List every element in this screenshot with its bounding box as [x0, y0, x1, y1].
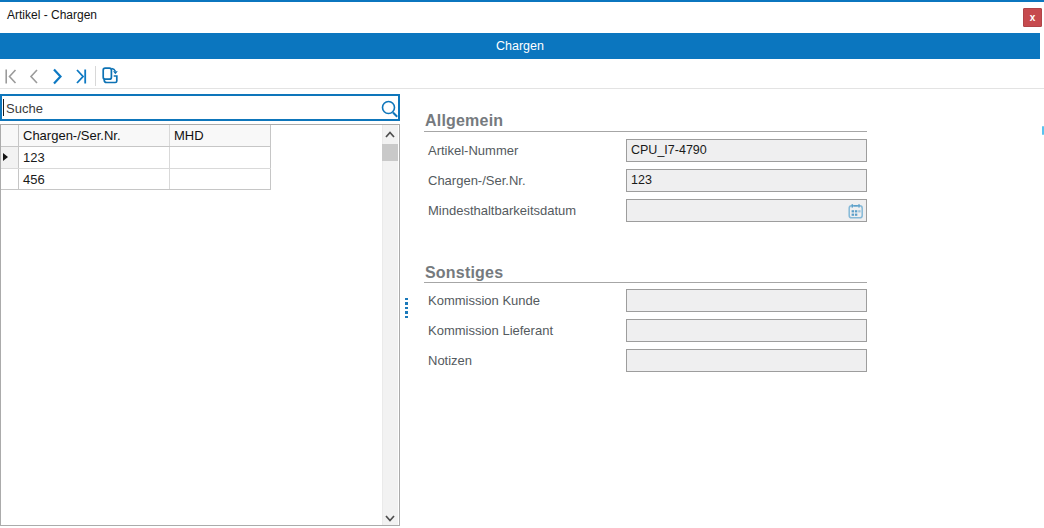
next-record-icon[interactable] — [52, 59, 62, 88]
toolbar-bottom-line — [0, 88, 1044, 89]
input-mindesthaltbarkeitsdatum[interactable] — [626, 199, 867, 222]
row-indicator-cell — [1, 169, 19, 189]
search-icon — [380, 99, 400, 120]
grid-vertical-scrollbar[interactable] — [382, 125, 398, 525]
group-title-allgemein: Allgemein — [425, 112, 503, 130]
close-button[interactable]: x — [1023, 8, 1042, 27]
table-header-row: Chargen-/Ser.Nr. MHD — [1, 125, 271, 147]
input-notizen[interactable] — [626, 349, 867, 372]
splitter-handle-dot[interactable] — [405, 307, 408, 310]
table-row[interactable]: 123 — [1, 147, 271, 169]
cell-mhd[interactable] — [170, 169, 271, 189]
cell-mhd[interactable] — [170, 147, 271, 168]
column-header-mhd[interactable]: MHD — [170, 125, 271, 146]
search-input[interactable]: Suche — [6, 99, 43, 118]
group-separator-line — [424, 282, 867, 283]
splitter-handle-dot[interactable] — [405, 311, 408, 314]
splitter-handle-dot[interactable] — [405, 298, 408, 301]
batch-table: Chargen-/Ser.Nr. MHD 123 — [1, 125, 271, 190]
scroll-up-icon[interactable] — [382, 125, 398, 142]
input-artikel-nummer[interactable]: CPU_I7-4790 — [626, 139, 867, 162]
banner: Chargen — [0, 33, 1040, 59]
current-row-arrow-icon — [3, 153, 8, 161]
show-record-window-icon[interactable] — [99, 59, 119, 88]
calendar-icon[interactable] — [848, 203, 864, 219]
toolbar-separator — [95, 66, 96, 86]
splitter-handle-dot[interactable] — [405, 316, 408, 319]
first-record-icon[interactable] — [4, 59, 18, 88]
input-chargen-ser-nr[interactable]: 123 — [626, 169, 867, 192]
group-separator-line — [424, 131, 867, 132]
label-kommission-lieferant: Kommission Lieferant — [428, 319, 553, 342]
input-kommission-kunde[interactable] — [626, 289, 867, 312]
record-navigation-toolbar — [0, 59, 1044, 88]
window-title: Artikel - Chargen — [7, 7, 97, 23]
group-title-sonstiges: Sonstiges — [425, 264, 503, 282]
batch-grid-panel: Chargen-/Ser.Nr. MHD 123 — [0, 124, 400, 526]
close-icon: x — [1024, 9, 1041, 26]
label-chargen-ser-nr: Chargen-/Ser.Nr. — [428, 169, 526, 192]
title-bar: Artikel - Chargen x — [0, 2, 1044, 33]
scrollbar-thumb[interactable] — [382, 144, 398, 162]
table-row[interactable]: 456 — [1, 169, 271, 190]
cell-chargennr[interactable]: 456 — [19, 169, 170, 189]
app-window: Artikel - Chargen x Chargen — [0, 0, 1044, 528]
previous-record-icon[interactable] — [29, 59, 39, 88]
row-indicator-cell — [1, 147, 19, 168]
banner-title: Chargen — [0, 33, 1040, 59]
search-box[interactable]: Suche — [0, 94, 400, 121]
splitter-handle-dot[interactable] — [405, 302, 408, 305]
scroll-down-icon[interactable] — [382, 511, 398, 528]
cell-chargennr[interactable]: 123 — [19, 147, 170, 168]
column-header-chargennr[interactable]: Chargen-/Ser.Nr. — [19, 125, 170, 146]
label-notizen: Notizen — [428, 349, 472, 372]
label-kommission-kunde: Kommission Kunde — [428, 289, 540, 312]
input-kommission-lieferant[interactable] — [626, 319, 867, 342]
label-artikel-nummer: Artikel-Nummer — [428, 139, 518, 162]
label-mindesthaltbarkeitsdatum: Mindesthaltbarkeitsdatum — [428, 199, 576, 222]
text-caret — [3, 99, 4, 116]
row-indicator-header — [1, 125, 19, 146]
last-record-icon[interactable] — [75, 59, 87, 88]
